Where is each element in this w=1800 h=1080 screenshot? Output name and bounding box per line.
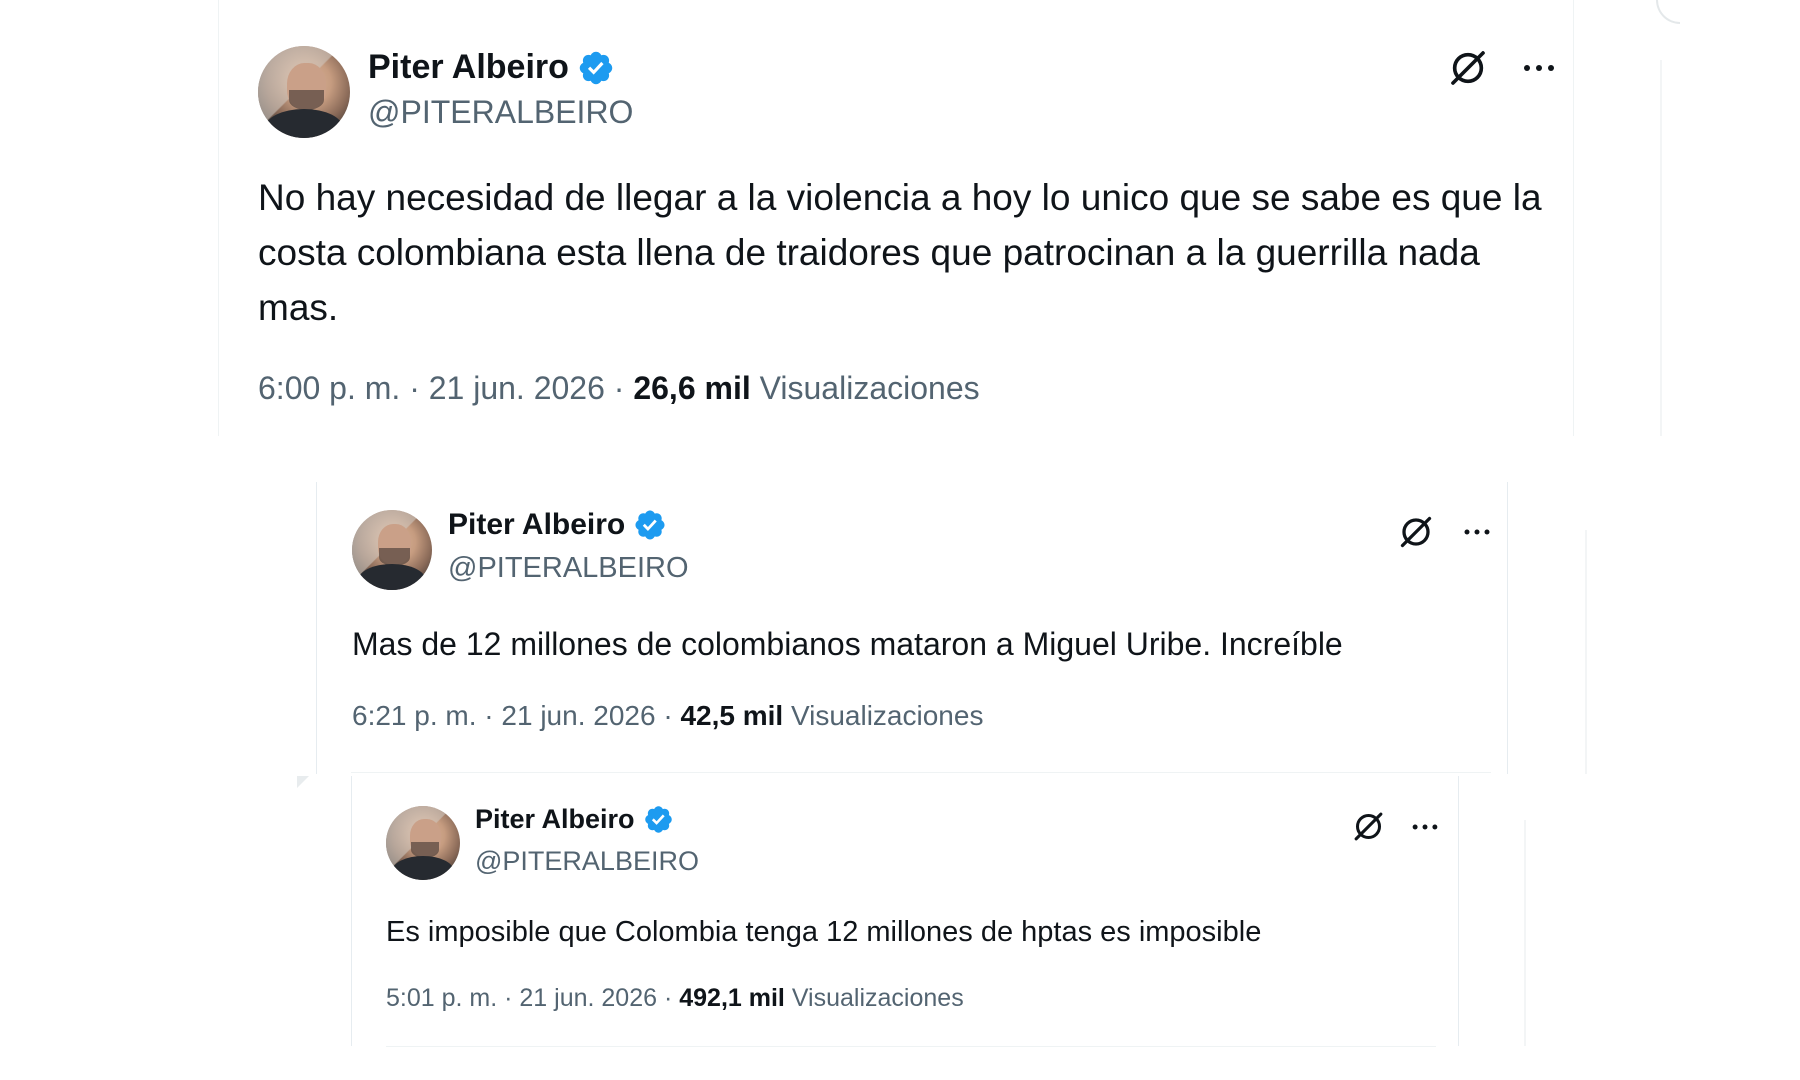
views-label: Visualizaciones [791,984,964,1012]
author-name[interactable]: Piter Albeiro [475,804,635,835]
verified-badge-icon[interactable] [633,508,667,542]
avatar[interactable] [258,46,350,138]
more-options-icon[interactable] [1522,62,1556,74]
tweet-meta: 5:01 p. m. · 21 jun. 2026 · 492,1 mil Vi… [386,984,964,1013]
meta-separator: · [657,984,680,1012]
tweet-text: Mas de 12 millones de colombianos mataro… [352,626,1343,662]
tweet-date[interactable]: 21 jun. 2026 [501,700,655,731]
author-name-row: Piter Albeiro [448,508,667,542]
author-name-row: Piter Albeiro [475,804,674,835]
divider [386,1046,1436,1047]
background-panel-edge [1585,530,1587,774]
screenshot-stage: Piter Albeiro @PITERALBEIRO No hay neces… [0,0,1800,1080]
tweet-meta: 6:00 p. m. · 21 jun. 2026 · 26,6 mil Vis… [258,370,980,407]
tweet-time[interactable]: 6:00 p. m. [258,370,400,406]
grok-icon[interactable] [1448,48,1488,88]
meta-separator: · [655,700,681,731]
meta-separator: · [497,984,520,1012]
author-name[interactable]: Piter Albeiro [448,508,625,542]
meta-separator: · [400,370,429,406]
avatar[interactable] [386,806,460,880]
background-panel-corner [1656,0,1680,24]
views-label: Visualizaciones [759,370,980,406]
verified-badge-icon[interactable] [577,49,615,87]
more-options-icon[interactable] [1462,527,1492,537]
tweet-time[interactable]: 5:01 p. m. [386,984,497,1012]
avatar[interactable] [352,510,432,590]
author-handle[interactable]: @PITERALBEIRO [475,846,699,877]
tweet-date[interactable]: 21 jun. 2026 [429,370,605,406]
card-corner-mark [297,776,309,788]
grok-icon[interactable] [1398,514,1434,550]
tweet-meta: 6:21 p. m. · 21 jun. 2026 · 42,5 mil Vis… [352,700,983,732]
tweet-time[interactable]: 6:21 p. m. [352,700,477,731]
more-options-icon[interactable] [1411,822,1439,832]
author-handle[interactable]: @PITERALBEIRO [368,94,633,131]
tweet-text: No hay necesidad de llegar a la violenci… [258,177,1542,328]
grok-icon[interactable] [1352,810,1385,843]
meta-separator: · [604,370,634,406]
background-panel-edge [1524,820,1526,1046]
tweet-date[interactable]: 21 jun. 2026 [519,984,657,1012]
background-panel-edge [1660,60,1662,436]
tweet-actions [1448,48,1556,88]
views-count: 26,6 mil [633,370,751,406]
views-label: Visualizaciones [790,700,984,731]
views-count: 42,5 mil [680,700,784,731]
meta-separator: · [476,700,502,731]
tweet-actions [1398,514,1492,550]
views-count: 492,1 mil [679,984,785,1012]
tweet-text: Es imposible que Colombia tenga 12 millo… [386,916,1262,948]
divider [351,772,1491,773]
author-handle[interactable]: @PITERALBEIRO [448,552,689,585]
tweet-actions [1352,810,1439,843]
author-name[interactable]: Piter Albeiro [368,48,569,87]
verified-badge-icon[interactable] [643,804,674,835]
author-name-row: Piter Albeiro [368,48,615,87]
